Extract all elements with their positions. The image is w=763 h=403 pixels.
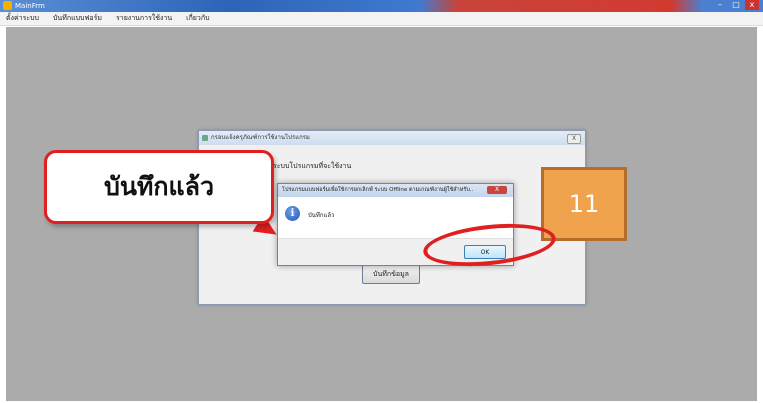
app-icon [3, 1, 12, 10]
menu-bar: ตั้งค่าระบบ บันทึกแบบฟอร์ม รายงานการใช้ง… [0, 12, 763, 26]
annotation-callout: บันทึกแล้ว [44, 150, 274, 224]
info-icon: i [285, 206, 300, 221]
message-box-titlebar: โปรแกรมแบบฟอร์มเพื่อใช้การยกเลิกฟ์ ระบบ … [278, 184, 513, 197]
menu-item-about[interactable]: เกี่ยวกับ [186, 13, 209, 24]
child-form-titlebar: กรอบแจ้งครุภัณฑ์การใช้งานโปรแกรม X [199, 131, 585, 145]
child-form-title: กรอบแจ้งครุภัณฑ์การใช้งานโปรแกรม [211, 134, 310, 141]
menu-item-usage-report[interactable]: รายงานการใช้งาน [116, 13, 172, 24]
maximize-button[interactable]: □ [729, 0, 743, 10]
menu-item-settings[interactable]: ตั้งค่าระบบ [6, 13, 39, 24]
child-form-close-button[interactable]: X [567, 134, 581, 144]
message-text: บันทึกแล้ว [308, 212, 335, 219]
window-title: MainFrm [15, 2, 45, 10]
close-button[interactable]: x [745, 0, 759, 10]
form-heading: ระบบโปรแกรมที่จะใช้งาน [273, 162, 352, 170]
callout-text: บันทึกแล้ว [103, 172, 215, 201]
message-box-title: โปรแกรมแบบฟอร์มเพื่อใช้การยกเลิกฟ์ ระบบ … [282, 187, 474, 193]
form-icon [202, 135, 208, 141]
step-number-badge: 11 [541, 167, 627, 241]
message-box-close-button[interactable]: X [487, 186, 507, 194]
minimize-button[interactable]: – [713, 0, 727, 10]
menu-item-save-form[interactable]: บันทึกแบบฟอร์ม [53, 13, 102, 24]
window-titlebar: MainFrm – □ x [0, 0, 763, 12]
window-controls: – □ x [713, 0, 759, 12]
